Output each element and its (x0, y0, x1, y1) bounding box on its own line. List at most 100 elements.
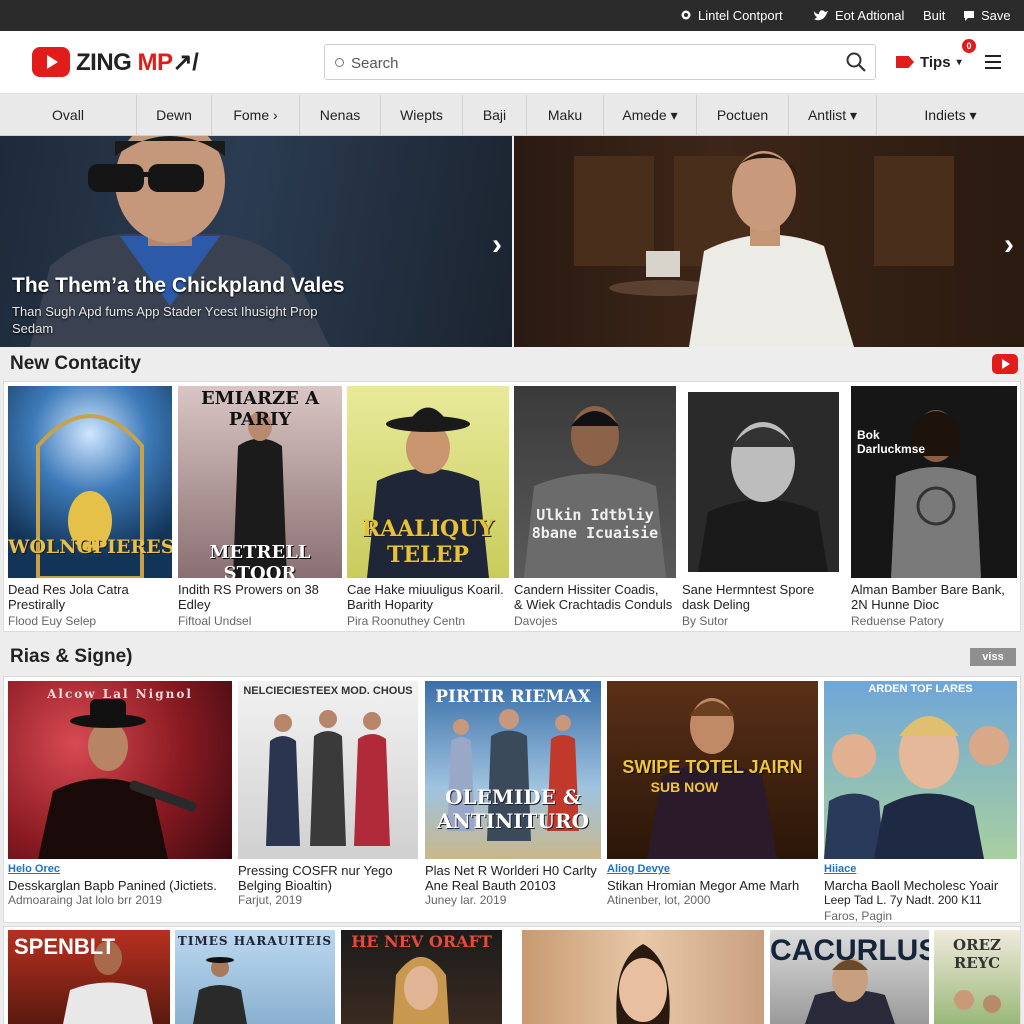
video-channel[interactable]: Flood Euy Selep (8, 614, 172, 628)
topbar-link-save[interactable]: Save (963, 0, 1011, 31)
video-card[interactable]: HE NEV ORAFT (341, 930, 502, 1024)
video-card[interactable]: Sane Hermntest Spore dask Deling By Suto… (682, 386, 845, 630)
video-card[interactable]: OREZ REYC (934, 930, 1020, 1024)
video-title[interactable]: Dead Res Jola Catra (8, 582, 172, 597)
video-card[interactable]: Ulkin Idtbliy 8bane Icuaisie Candern His… (514, 386, 676, 630)
video-thumbnail[interactable]: CACURLUS (770, 930, 929, 1024)
channel-tag-link[interactable]: Helo Orec (8, 863, 60, 875)
video-card[interactable]: PIRTIR RIEMAX OLEMIDE & ANTINITURO Plas … (425, 681, 601, 919)
hero-title[interactable]: The Them’a the Chickpland Vales (12, 274, 345, 298)
video-channel[interactable]: Davojes (514, 614, 676, 628)
tips-menu-button[interactable]: Tips ▾ (896, 47, 962, 77)
video-card[interactable]: RAALIQUY TELEP Cae Hake miuuligus Koaril… (347, 386, 509, 630)
nav-tab[interactable]: Antlist ▾ (789, 95, 877, 135)
nav-tab[interactable]: Poctuen (697, 95, 789, 135)
poster-art (524, 406, 666, 578)
nav-tab[interactable]: Dewn (137, 95, 212, 135)
video-thumbnail[interactable]: HE NEV ORAFT (341, 930, 502, 1024)
topbar-link-adtional[interactable]: Eot Adtional (813, 0, 904, 31)
video-title-line2[interactable]: & Wiek Crachtadis Conduls (514, 597, 676, 612)
chevron-right-icon[interactable]: › (492, 228, 502, 262)
video-thumbnail[interactable]: Bok Darluckmse (851, 386, 1017, 578)
video-date[interactable]: Admoaraing Jat lolo brr 2019 (8, 893, 232, 907)
video-card[interactable]: SPENBLT (8, 930, 170, 1024)
video-card[interactable]: TIMES HARAUITEIS (175, 930, 335, 1024)
video-thumbnail[interactable] (522, 930, 764, 1024)
video-thumbnail[interactable]: RAALIQUY TELEP (347, 386, 509, 578)
video-card[interactable]: NELCIECIESTEEX MOD. CHOUS Pressing COSFR… (238, 681, 418, 919)
video-title-line2[interactable]: dask Deling (682, 597, 845, 612)
video-date[interactable]: Farjut, 2019 (238, 893, 418, 907)
channel-tag-link[interactable]: Hiiace (824, 863, 856, 875)
video-title[interactable]: Alman Bamber Bare Bank, (851, 582, 1017, 597)
video-thumbnail[interactable]: ARDEN TOF LARES (824, 681, 1017, 859)
video-thumbnail[interactable]: NELCIECIESTEEX MOD. CHOUS (238, 681, 418, 859)
video-card[interactable]: ARDEN TOF LARES Hiiace Marcha Baoll Mech… (824, 681, 1017, 923)
nav-tab[interactable]: Maku (527, 95, 604, 135)
video-thumbnail[interactable]: WOLNGPIERES (8, 386, 172, 578)
video-title-line2[interactable]: Leep Tad L. 7y Nadt. 200 K11 (824, 893, 1017, 907)
video-thumbnail[interactable]: SPENBLT (8, 930, 170, 1024)
video-card[interactable]: CACURLUS (770, 930, 929, 1024)
poster-art (38, 699, 197, 859)
video-title[interactable]: Stikan Hromian Megor Ame Marh (607, 878, 818, 893)
video-thumbnail[interactable]: PIRTIR RIEMAX OLEMIDE & ANTINITURO (425, 681, 601, 859)
video-title-line2[interactable]: Belging Bioaltin) (238, 878, 418, 893)
search-input[interactable] (351, 52, 831, 74)
video-title-line2[interactable]: Ane Real Bauth 20103 (425, 878, 601, 893)
nav-tab[interactable]: Baji (463, 95, 527, 135)
video-title[interactable]: Desskarglan Bapb Panined (Jictiets. (8, 878, 232, 893)
video-card[interactable]: Alcow Lal Nignol Helo Orec Desskarglan B… (8, 681, 232, 919)
video-channel[interactable]: Reduense Patory (851, 614, 1017, 628)
video-title[interactable]: Marcha Baoll Mecholesc Yoair (824, 878, 1017, 893)
video-channel[interactable]: Fiftoal Undsel (178, 614, 342, 628)
nav-tab[interactable]: Indiets ▾ (877, 95, 1024, 135)
channel-tag-link[interactable]: Aliog Devye (607, 863, 670, 875)
video-title[interactable]: Indith RS Prowers on 38 (178, 582, 342, 597)
video-card[interactable]: SWIPE TOTEL JAIRN SUB NOW Aliog Devye St… (607, 681, 818, 919)
video-title-line2[interactable]: Prestirally (8, 597, 172, 612)
video-card[interactable] (522, 930, 764, 1024)
topbar-link-buit[interactable]: Buit (923, 0, 945, 31)
video-card[interactable]: WOLNGPIERES Dead Res Jola Catra Prestira… (8, 386, 172, 630)
video-thumbnail[interactable]: Alcow Lal Nignol (8, 681, 232, 859)
nav-tab[interactable]: Ovall (0, 95, 137, 135)
nav-tab[interactable]: Fome › (212, 95, 300, 135)
video-title-line2[interactable]: Barith Hoparity (347, 597, 509, 612)
hero-slide-left[interactable]: › The Them’a the Chickpland Vales Than S… (0, 136, 512, 347)
chevron-right-icon[interactable]: › (1004, 228, 1014, 262)
search-icon[interactable] (845, 51, 867, 73)
poster-title: PIRTIR RIEMAX (435, 687, 591, 707)
video-title[interactable]: Pressing COSFR nur Yego (238, 863, 418, 878)
video-thumbnail[interactable]: Ulkin Idtbliy 8bane Icuaisie (514, 386, 676, 578)
video-title-line2[interactable]: Edley (178, 597, 342, 612)
video-channel[interactable]: By Sutor (682, 614, 845, 628)
video-title[interactable]: Sane Hermntest Spore (682, 582, 845, 597)
video-card[interactable]: EMIARZE A PARIY METRELL STOOR Indith RS … (178, 386, 342, 630)
video-card[interactable]: Bok Darluckmse Alman Bamber Bare Bank, 2… (851, 386, 1017, 630)
nav-tab[interactable]: Nenas (300, 95, 381, 135)
video-thumbnail[interactable]: OREZ REYC (934, 930, 1020, 1024)
logo-accent: MP (137, 48, 174, 76)
video-thumbnail[interactable]: TIMES HARAUITEIS (175, 930, 335, 1024)
hero-slide-right[interactable]: › (514, 136, 1024, 347)
video-date[interactable]: Atinenber, lot, 2000 (607, 893, 818, 907)
nav-tab[interactable]: Wiepts (381, 95, 463, 135)
search-box[interactable] (324, 44, 876, 80)
video-thumbnail[interactable]: SWIPE TOTEL JAIRN SUB NOW (607, 681, 818, 859)
video-title-line2[interactable]: 2N Hunne Dioc (851, 597, 1017, 612)
video-channel[interactable]: Pira Roonuthey Centn (347, 614, 509, 628)
video-thumbnail[interactable] (682, 386, 845, 578)
site-logo[interactable]: ZING MP↗/ (32, 45, 199, 79)
hamburger-menu-icon[interactable] (985, 55, 1001, 69)
nav-tab[interactable]: Amede ▾ (604, 95, 697, 135)
view-all-button[interactable]: viss (970, 648, 1016, 666)
video-thumbnail[interactable]: EMIARZE A PARIY METRELL STOOR (178, 386, 342, 578)
topbar-link-contport[interactable]: Lintel Contport (680, 0, 783, 31)
video-date[interactable]: Juney lar. 2019 (425, 893, 601, 907)
video-title[interactable]: Cae Hake miuuligus Koaril. (347, 582, 509, 597)
video-title[interactable]: Plas Net R Worlderi H0 Carlty (425, 863, 601, 878)
video-date[interactable]: Faros, Pagin (824, 909, 1017, 923)
play-icon[interactable] (992, 354, 1018, 374)
video-title[interactable]: Candern Hissiter Coadis, (514, 582, 676, 597)
